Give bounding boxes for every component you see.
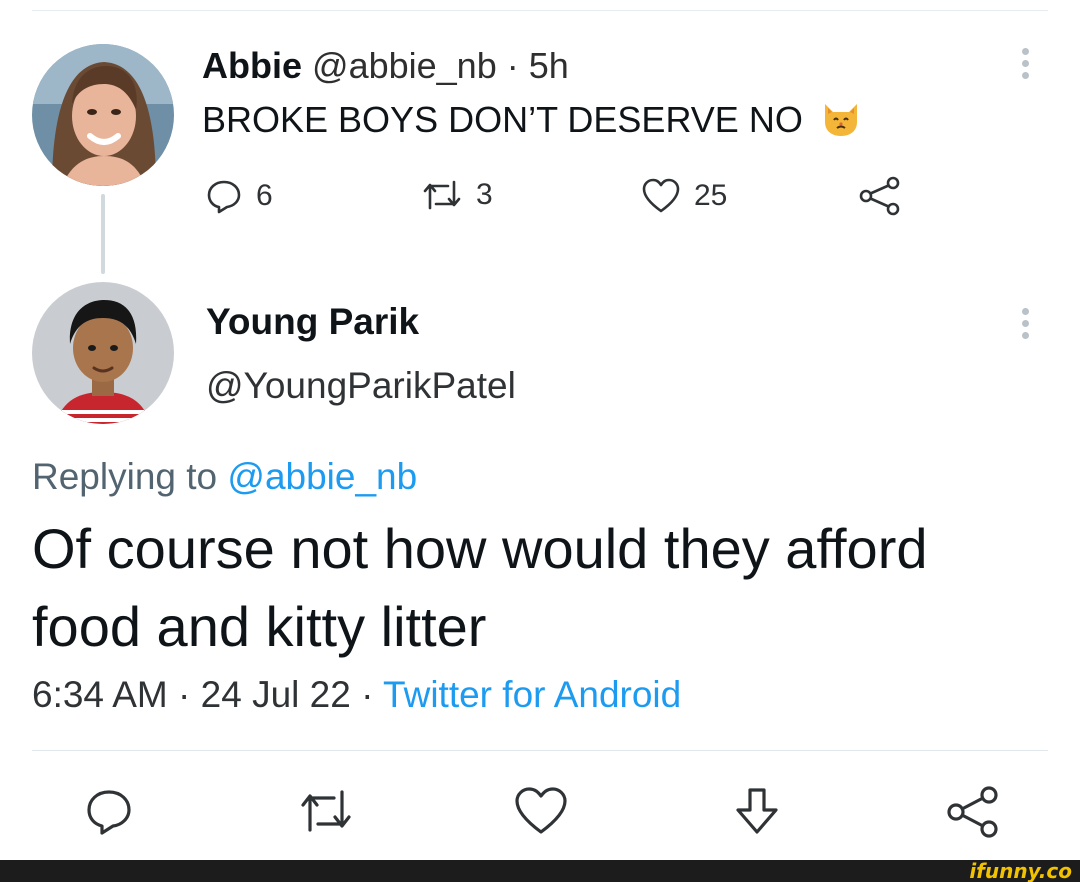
tweet2-text: Of course not how would they afford food… bbox=[32, 517, 928, 658]
tweet1-like-button[interactable]: 25 bbox=[642, 178, 727, 214]
tweet2-author-handle[interactable]: @YoungParikPatel bbox=[206, 364, 516, 408]
tweet2-sep1: · bbox=[167, 674, 201, 715]
tweet1-text: BROKE BOYS DON’T DESERVE NO bbox=[202, 98, 863, 142]
tweet1-retweet-button[interactable]: 3 bbox=[422, 178, 493, 212]
bottom-divider bbox=[32, 750, 1048, 751]
tweet1-author-name[interactable]: Abbie bbox=[202, 45, 302, 86]
tweet2-metadata: 6:34 AM · 24 Jul 22 · Twitter for Androi… bbox=[32, 672, 681, 718]
tweet1-time[interactable]: 5h bbox=[529, 45, 569, 86]
tweet2-share-button[interactable] bbox=[946, 786, 1000, 843]
cat-face-icon bbox=[819, 98, 863, 138]
share-icon bbox=[947, 786, 998, 838]
retweet-icon bbox=[423, 180, 461, 210]
tweet1-text-content: BROKE BOYS DON’T DESERVE NO bbox=[202, 99, 803, 140]
reply-icon bbox=[87, 790, 131, 835]
top-divider bbox=[32, 10, 1048, 11]
tweet1-separator: · bbox=[496, 45, 529, 86]
tweet1-share-button[interactable] bbox=[858, 176, 902, 216]
replying-to-label: Replying to bbox=[32, 456, 228, 497]
heart-icon bbox=[642, 178, 680, 213]
tweet2-retweet-button[interactable] bbox=[298, 786, 354, 841]
tweet2-reply-button[interactable] bbox=[84, 786, 134, 841]
tweet1-more-menu[interactable] bbox=[1020, 48, 1030, 84]
replying-to-line: Replying to @abbie_nb bbox=[32, 454, 417, 500]
tweet1-reply-count: 6 bbox=[256, 179, 273, 212]
ifunny-watermark: ifunny.co bbox=[969, 859, 1072, 882]
download-arrow-icon bbox=[736, 788, 778, 834]
avatar-abbie[interactable] bbox=[32, 44, 174, 186]
tweet1-reply-button[interactable]: 6 bbox=[206, 178, 273, 214]
reply-icon bbox=[207, 180, 241, 214]
tweet2-more-menu[interactable] bbox=[1020, 308, 1030, 344]
tweet1-header: Abbie @abbie_nb · 5h bbox=[202, 44, 569, 88]
tweet1-like-count: 25 bbox=[694, 179, 728, 212]
tweet1-retweet-count: 3 bbox=[476, 178, 493, 211]
tweet2-action-bar bbox=[0, 786, 1080, 846]
retweet-icon bbox=[301, 790, 351, 832]
tweet2-sep2: · bbox=[350, 674, 384, 715]
tweet2-author-name[interactable]: Young Parik bbox=[206, 300, 419, 344]
share-icon bbox=[859, 176, 900, 216]
tweet2-like-button[interactable] bbox=[514, 786, 568, 841]
heart-icon bbox=[515, 787, 567, 834]
tweet2-download-button[interactable] bbox=[732, 786, 782, 843]
tweet1-action-bar: 6 3 25 bbox=[0, 174, 1080, 218]
tweet2-time[interactable]: 6:34 AM bbox=[32, 674, 168, 715]
watermark-bar: ifunny.co bbox=[0, 860, 1080, 882]
tweet2-source[interactable]: Twitter for Android bbox=[383, 674, 681, 715]
tweet1-author-handle[interactable]: @abbie_nb bbox=[312, 45, 497, 86]
tweet2-date[interactable]: 24 Jul 22 bbox=[201, 674, 351, 715]
avatar-young-parik[interactable] bbox=[32, 282, 174, 424]
replying-to-mention[interactable]: @abbie_nb bbox=[227, 456, 417, 497]
